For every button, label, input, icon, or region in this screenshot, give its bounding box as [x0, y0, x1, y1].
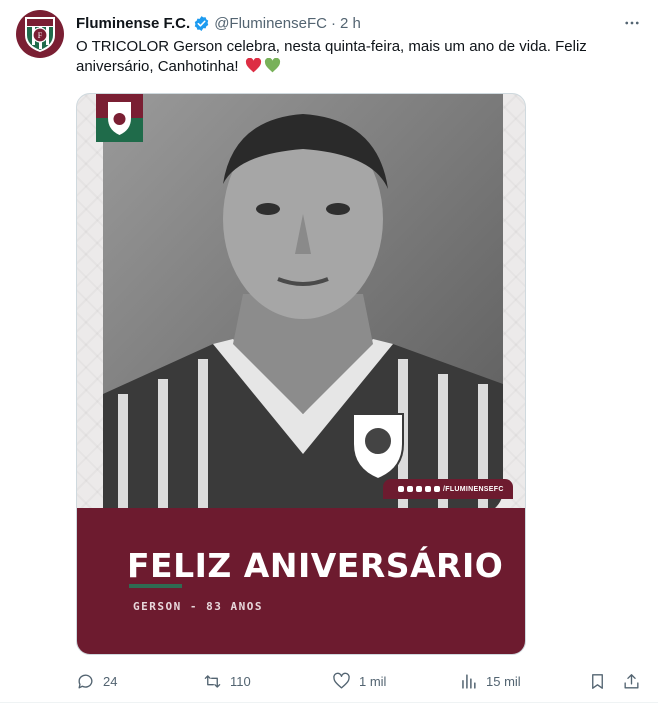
instagram-icon: [407, 486, 413, 492]
x-icon: [416, 486, 422, 492]
tweet-image[interactable]: /FLUMINENSEFC FELIZ ANIVERSÁRIO GERSON -…: [76, 93, 526, 655]
timestamp[interactable]: 2 h: [340, 15, 361, 32]
display-name[interactable]: Fluminense F.C.: [76, 15, 190, 32]
views-chart-icon: [462, 673, 476, 689]
banner-subtitle: GERSON - 83 ANOS: [133, 600, 263, 613]
verified-badge-icon: [193, 15, 210, 32]
like-count: 1 mil: [359, 673, 387, 689]
tweet-text: O TRICOLOR Gerson celebra, nesta quinta-…: [76, 37, 636, 77]
tiktok-icon: [434, 486, 440, 492]
views-button[interactable]: 15 mil: [459, 672, 521, 691]
bookmark-icon: [592, 673, 603, 689]
social-handles-tag: /FLUMINENSEFC: [383, 479, 513, 499]
fluminense-logo-icon: [96, 94, 143, 142]
retweet-count: 110: [230, 673, 251, 689]
social-tag-text: /FLUMINENSEFC: [443, 485, 504, 493]
youtube-icon: [425, 486, 431, 492]
tweet-header: Fluminense F.C. @FluminenseFC · 2 h: [76, 12, 642, 34]
birthday-banner: FELIZ ANIVERSÁRIO GERSON - 83 ANOS: [77, 508, 525, 654]
retweet-icon: [204, 674, 221, 688]
bookmark-button[interactable]: [588, 672, 607, 691]
reply-count: 24: [103, 673, 118, 689]
tweet-text-body: O TRICOLOR Gerson celebra, nesta quinta-…: [76, 38, 587, 75]
svg-text:F: F: [38, 31, 43, 40]
banner-divider: [129, 584, 182, 588]
green-heart-icon: [264, 57, 281, 73]
heart-icon: [333, 672, 350, 689]
red-heart-icon: [245, 57, 262, 73]
share-icon: [624, 673, 639, 689]
more-options-icon[interactable]: [622, 13, 642, 33]
handle[interactable]: @FluminenseFC: [214, 15, 327, 32]
player-photo: [103, 94, 503, 514]
retweet-button[interactable]: 110: [203, 672, 251, 691]
views-count: 15 mil: [486, 673, 521, 689]
share-button[interactable]: [622, 672, 641, 691]
player-portrait-illustration: [103, 94, 503, 514]
banner-title: FELIZ ANIVERSÁRIO: [127, 546, 504, 585]
reply-button[interactable]: 24: [76, 672, 117, 691]
tweet-actions: 24 110 1 mil 15 mil: [76, 668, 646, 694]
like-button[interactable]: 1 mil: [332, 672, 386, 691]
reply-icon: [78, 674, 93, 689]
separator-dot: ·: [330, 14, 336, 32]
tweet[interactable]: F Fluminense F.C. @FluminenseFC · 2 h O …: [0, 0, 658, 703]
avatar[interactable]: F: [16, 10, 64, 58]
facebook-icon: [398, 486, 404, 492]
fluminense-crest-icon: F: [25, 17, 55, 52]
